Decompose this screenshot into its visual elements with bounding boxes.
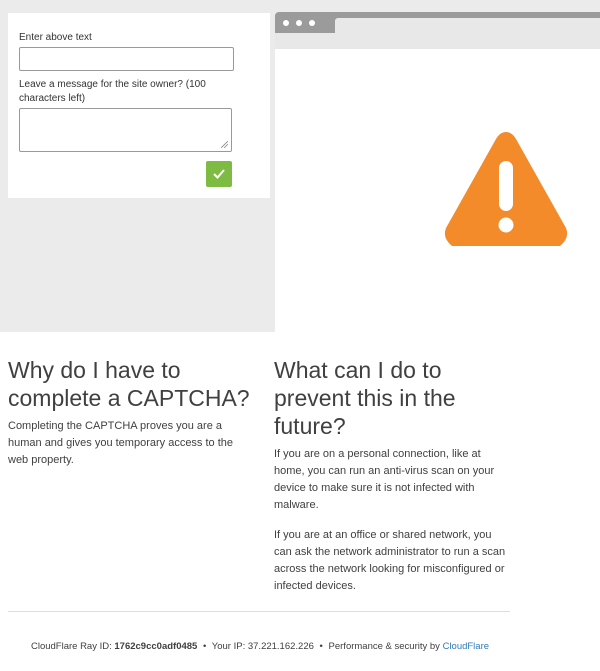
performance-text: Performance & security by (328, 641, 440, 652)
footer-separator: • (319, 641, 323, 652)
footer: CloudFlare Ray ID: 1762c9cc0adf0485 • Yo… (0, 641, 520, 652)
browser-window (275, 49, 600, 332)
resize-handle-icon[interactable] (221, 141, 228, 148)
window-dot (296, 20, 302, 26)
ray-id-label: CloudFlare Ray ID: (30, 641, 112, 652)
why-body: Completing the CAPTCHA proves you are a … (8, 420, 234, 466)
message-textarea[interactable] (19, 108, 232, 152)
cloudflare-link[interactable]: CloudFlare (443, 641, 489, 652)
footer-separator: • (202, 641, 207, 652)
submit-button[interactable] (206, 161, 232, 187)
input-label: Enter above text (19, 32, 92, 43)
ip-value: 37.221.162.226 (247, 641, 314, 652)
warning-icon (444, 132, 568, 246)
browser-tab (335, 18, 600, 33)
prevent-heading: What can I do to prevent this in the fut… (274, 357, 456, 439)
prevent-paragraph-2: If you are at an office or shared networ… (274, 529, 506, 592)
window-dot (283, 20, 289, 26)
why-heading: Why do I have to complete a CAPTCHA? (8, 357, 250, 411)
captcha-form: Enter above text Leave a message for the… (8, 13, 270, 198)
ray-id-value: 1762c9cc0adf0485 (114, 641, 198, 652)
prevent-paragraph-1: If you are on a personal connection, lik… (274, 448, 495, 511)
ip-label: Your IP: (211, 641, 246, 652)
browser-address-strip (275, 33, 600, 49)
browser-toolbar (275, 12, 600, 33)
checkmark-icon (213, 169, 225, 179)
window-dot (309, 20, 315, 26)
captcha-text-input[interactable] (19, 47, 234, 71)
message-label: Leave a message for the site owner? (100… (19, 79, 206, 104)
footer-divider (8, 611, 510, 612)
